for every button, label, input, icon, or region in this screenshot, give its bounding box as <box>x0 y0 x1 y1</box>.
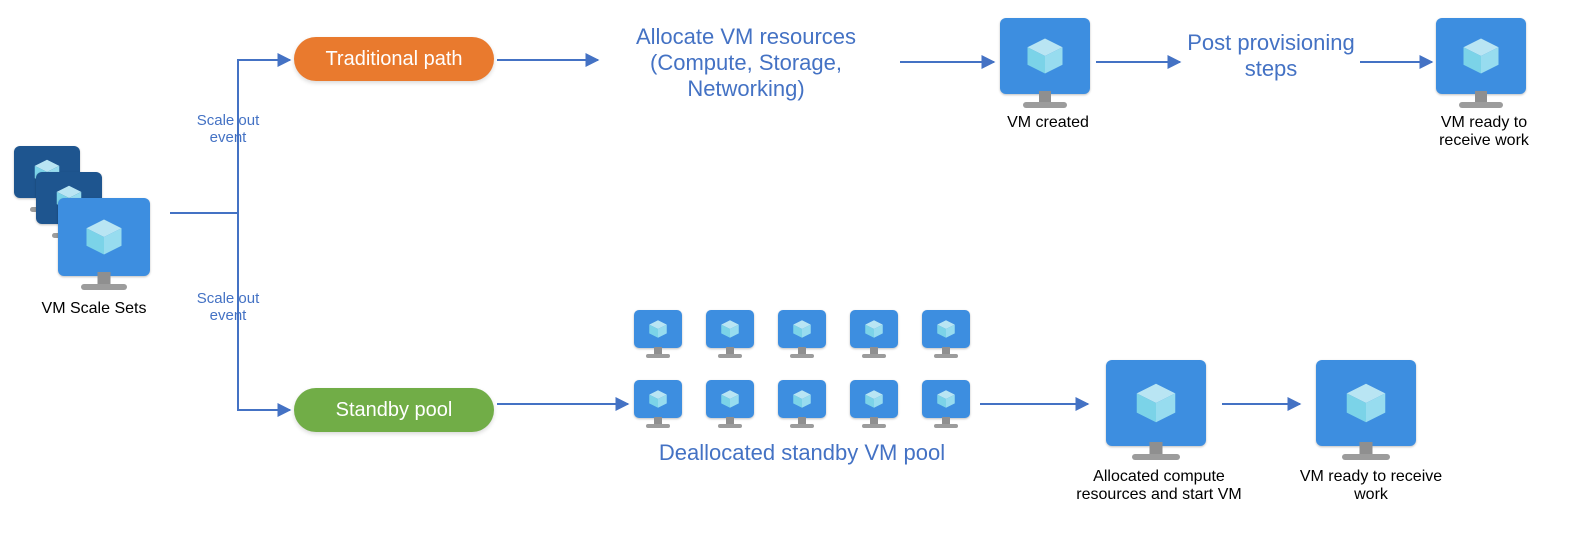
vm-created-icon <box>1000 18 1090 108</box>
standby-pool-label: Deallocated standby VM pool <box>642 440 962 466</box>
vm-ready-top-icon <box>1436 18 1526 108</box>
standby-vm-icon <box>850 380 898 428</box>
vm-ready-bottom-label: VM ready to receive work <box>1296 468 1446 504</box>
vm-created-label: VM created <box>988 114 1108 132</box>
standby-vm-icon <box>850 310 898 358</box>
standby-vm-icon <box>634 380 682 428</box>
standby-vm-icon <box>706 380 754 428</box>
allocated-vm-icon <box>1106 360 1206 460</box>
allocate-label: Allocate VM resources (Compute, Storage,… <box>606 24 886 102</box>
scale-out-event-bottom: Scale out event <box>188 290 268 324</box>
diagram-canvas: VM Scale Sets Scale out event Scale out … <box>0 0 1573 553</box>
vm-scale-sets-label: VM Scale Sets <box>24 300 164 318</box>
standby-pool-pill: Standby pool <box>294 388 494 432</box>
standby-vm-icon <box>634 310 682 358</box>
standby-vm-icon <box>778 380 826 428</box>
traditional-path-pill: Traditional path <box>294 37 494 81</box>
standby-vm-icon <box>706 310 754 358</box>
standby-vm-icon <box>922 310 970 358</box>
vm-ready-bottom-icon <box>1316 360 1416 460</box>
standby-vm-icon <box>922 380 970 428</box>
allocated-vm-label: Allocated compute resources and start VM <box>1074 468 1244 504</box>
standby-vm-icon <box>778 310 826 358</box>
vm-ready-top-label: VM ready to receive work <box>1414 114 1554 150</box>
scale-out-event-top: Scale out event <box>188 112 268 146</box>
post-provisioning-label: Post provisioning steps <box>1182 30 1360 82</box>
vm-scale-set-icon-1 <box>58 198 150 290</box>
